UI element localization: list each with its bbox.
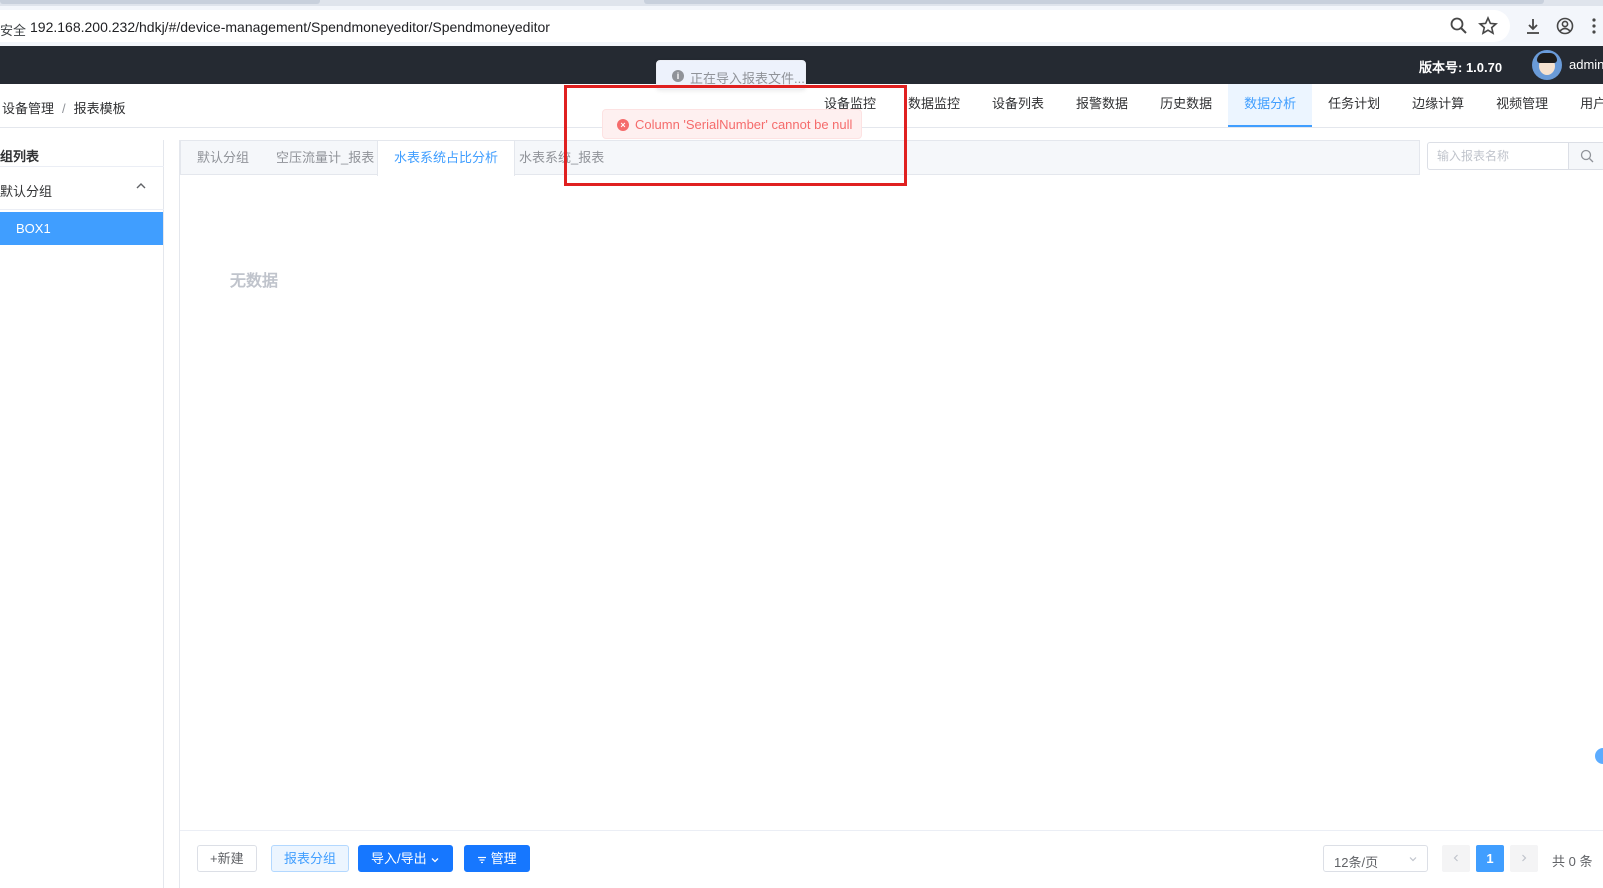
menu-icon[interactable] <box>1588 16 1600 36</box>
group-item-box1[interactable]: BOX1 <box>0 212 163 245</box>
report-search <box>1427 142 1603 170</box>
version-label: 版本号: 1.0.70 <box>1419 60 1503 75</box>
nav-item-device-list[interactable]: 设备列表 <box>976 84 1060 127</box>
page-size-select[interactable]: 12条/页 <box>1323 845 1428 872</box>
nav-item-alarm-data[interactable]: 报警数据 <box>1060 84 1144 127</box>
next-page-button[interactable] <box>1510 845 1538 872</box>
chevron-up-icon[interactable] <box>134 179 148 193</box>
search-button[interactable] <box>1568 143 1603 169</box>
top-nav-menu: 设备监控 数据监控 设备列表 报警数据 历史数据 数据分析 任务计划 边缘计算 … <box>808 84 1603 128</box>
chevron-left-icon <box>1453 854 1458 862</box>
breadcrumb-separator: / <box>62 101 66 116</box>
profile-icon[interactable] <box>1555 16 1575 36</box>
nav-item-edge-compute[interactable]: 边缘计算 <box>1396 84 1480 127</box>
import-export-button[interactable]: 导入/导出 <box>358 845 454 872</box>
breadcrumb: 设备管理 / 报表模板 <box>2 98 126 117</box>
group-label: 默认分组 <box>0 184 53 199</box>
info-icon: i <box>672 70 684 82</box>
zoom-icon[interactable] <box>1449 16 1469 36</box>
tab-air-flow-report[interactable]: 空压流量计_报表 <box>260 141 390 175</box>
group-item-label: BOX1 <box>16 221 51 236</box>
breadcrumb-item[interactable]: 设备管理 <box>2 101 54 116</box>
browser-address-bar: 安全 192.168.200.232/hdkj/#/device-managem… <box>0 6 1603 46</box>
manage-label: 管理 <box>490 851 517 866</box>
page-number-current[interactable]: 1 <box>1476 845 1504 872</box>
report-main: 默认分组 空压流量计_报表 水表系统占比分析 水表系统_报表 无数据 +新建 报… <box>179 140 1603 888</box>
download-icon[interactable] <box>1523 16 1543 36</box>
group-header-default[interactable]: 默认分组 <box>0 166 164 210</box>
empty-state: 无数据 <box>230 273 279 290</box>
nav-item-data-analysis[interactable]: 数据分析 <box>1228 84 1313 127</box>
browser-tab[interactable] <box>0 0 320 4</box>
new-button[interactable]: +新建 <box>197 845 257 872</box>
group-list-panel: 组列表 默认分组 BOX1 <box>0 140 164 888</box>
manage-button[interactable]: 管理 <box>464 845 530 872</box>
nav-item-task-plan[interactable]: 任务计划 <box>1312 84 1396 127</box>
nav-item-video-manage[interactable]: 视频管理 <box>1480 84 1564 127</box>
import-export-label: 导入/导出 <box>371 851 427 866</box>
security-label[interactable]: 安全 <box>0 20 26 39</box>
nav-item-user-report[interactable]: 用户报告 <box>1564 84 1603 127</box>
avatar[interactable] <box>1532 50 1562 80</box>
footer-toolbar: +新建 报表分组 导入/导出 管理 12条/页 1 共 0 条 <box>180 830 1603 888</box>
url-field[interactable]: 安全 192.168.200.232/hdkj/#/device-managem… <box>0 10 1510 42</box>
username[interactable]: admin <box>1569 57 1603 72</box>
page-size-value: 12条/页 <box>1334 855 1379 870</box>
breadcrumb-item: 报表模板 <box>73 101 126 116</box>
url-text[interactable]: 192.168.200.232/hdkj/#/device-management… <box>30 19 550 35</box>
chevron-down-icon <box>431 857 439 862</box>
chevron-right-icon <box>1522 854 1527 862</box>
report-group-button[interactable]: 报表分组 <box>271 845 350 872</box>
browser-tab[interactable] <box>644 0 1544 4</box>
nav-item-history-data[interactable]: 历史数据 <box>1144 84 1228 127</box>
star-icon[interactable] <box>1478 16 1498 36</box>
tab-default-group[interactable]: 默认分组 <box>181 141 265 175</box>
search-icon <box>1580 149 1594 163</box>
chevron-down-icon <box>1409 857 1417 862</box>
total-count: 共 0 条 <box>1552 854 1593 869</box>
search-input[interactable] <box>1429 144 1567 168</box>
prev-page-button[interactable] <box>1442 845 1470 872</box>
tab-water-ratio-analysis[interactable]: 水表系统占比分析 <box>377 141 516 176</box>
list-filter-icon <box>478 856 486 863</box>
annotation-highlight-box <box>564 85 907 186</box>
group-list-title: 组列表 <box>0 149 40 164</box>
